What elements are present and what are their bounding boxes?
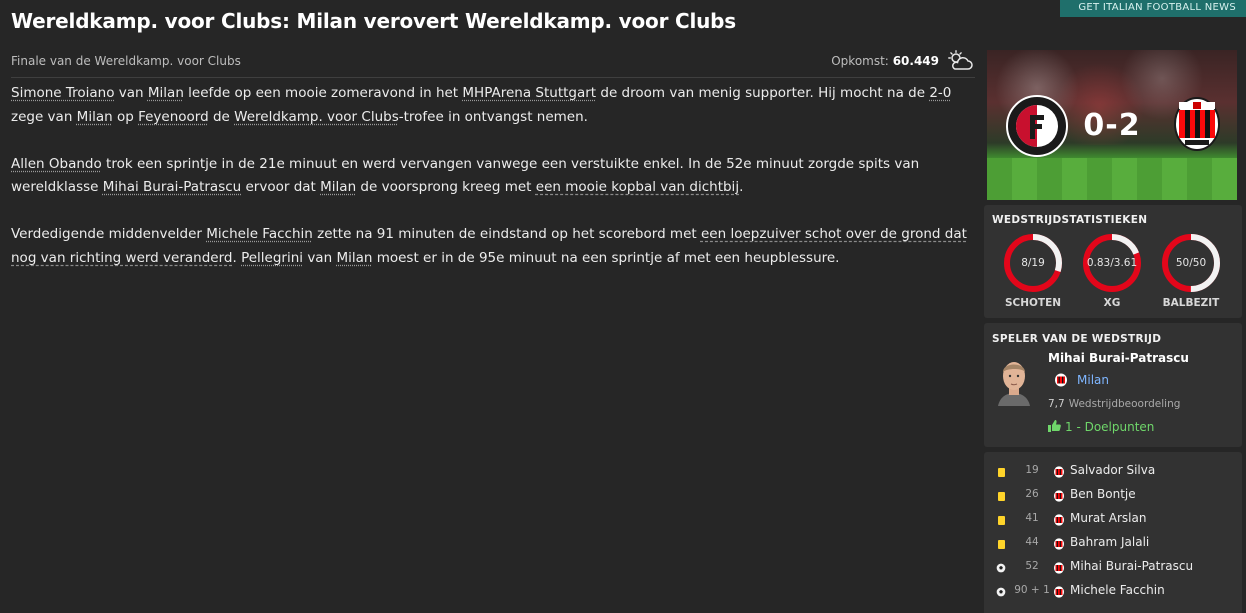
event-minute: 41 [1025, 512, 1039, 524]
milan-badge-icon [1054, 466, 1064, 478]
event-player[interactable]: Bahram Jalali [1070, 535, 1149, 549]
match-score-banner: 0-2 [987, 50, 1237, 200]
match-event-row[interactable]: 26 Ben Bontje [984, 484, 1242, 508]
attendance-label: Opkomst: [831, 54, 889, 68]
report-paragraph-2: Allen Obando trok een sprintje in de 21e… [11, 153, 971, 200]
pitch-background [987, 158, 1237, 200]
football-goal-icon [996, 587, 1006, 597]
yellow-card-icon [998, 540, 1005, 549]
article-link[interactable]: MHPArena Stuttgart [462, 85, 596, 101]
article-link[interactable]: Wereldkamp. voor Clubs [234, 109, 399, 125]
article-link[interactable]: Milan [336, 250, 372, 266]
article-text: . [739, 179, 744, 195]
partly-cloudy-icon [948, 50, 973, 70]
article-text: -trofee in ontvangst nemen. [398, 108, 588, 125]
motm-rating: 7,7 Wedstrijdbeoordeling [1048, 398, 1180, 410]
article-text: moest er in de 95e minuut na een sprintj… [372, 249, 840, 266]
yellow-card-icon [998, 492, 1005, 501]
attendance-value: 60.449 [892, 54, 939, 68]
event-player[interactable]: Ben Bontje [1070, 487, 1136, 501]
event-player[interactable]: Salvador Silva [1070, 463, 1155, 477]
milan-badge-icon [1055, 373, 1067, 387]
stat-value: 8/19 [1021, 257, 1045, 269]
stat-label: SCHOTEN [1004, 297, 1062, 309]
yellow-card-icon [998, 468, 1005, 477]
article-text: zette na 91 minuten de eindstand op het … [312, 226, 701, 242]
football-goal-icon [996, 563, 1006, 573]
article-link[interactable]: Allen Obando [11, 156, 102, 172]
match-event-row[interactable]: 44 Bahram Jalali [984, 532, 1242, 556]
motm-rating-value: 7,7 [1048, 398, 1065, 410]
article-text: van [303, 249, 337, 266]
article-text: van [114, 85, 148, 101]
report-paragraph-1: Simone Troiano van Milan leefde op een m… [11, 82, 971, 129]
attendance: Opkomst: 60.449 [831, 54, 939, 68]
article-text: de [208, 108, 235, 125]
article-link[interactable]: Mihai Burai-Patrascu [103, 179, 241, 195]
player-of-the-match-panel: SPELER VAN DE WEDSTRIJD Mihai Burai-Patr… [984, 323, 1242, 447]
article-link[interactable]: 2-0 [929, 85, 951, 101]
match-stats-panel: WEDSTRIJDSTATISTIEKEN 8/19 SCHOTEN 0.83/3.… [984, 205, 1242, 318]
article-text: op [112, 108, 139, 125]
motm-player-name[interactable]: Mihai Burai-Patrascu [1048, 351, 1189, 365]
article-link[interactable]: Michele Facchin [206, 226, 313, 242]
event-minute: 90 + 1 [1014, 584, 1050, 596]
milan-crest-icon[interactable] [1165, 94, 1229, 158]
stat-label: XG [1103, 297, 1121, 309]
article-text: . [232, 249, 242, 266]
match-event-row[interactable]: 19 Salvador Silva [984, 460, 1242, 484]
yellow-card-icon [998, 516, 1005, 525]
milan-badge-icon [1054, 538, 1064, 550]
event-player[interactable]: Michele Facchin [1070, 583, 1165, 597]
article-highlight-link[interactable]: een mooie kopbal van dichtbij [536, 179, 739, 195]
match-event-row[interactable]: 90 + 1 Michele Facchin [984, 580, 1242, 604]
article-text: Verdedigende middenvelder [11, 226, 207, 242]
milan-badge-icon [1054, 586, 1064, 598]
article-text: de droom van menig supporter. Hij mocht … [596, 85, 930, 101]
milan-badge-icon [1054, 490, 1064, 502]
event-player[interactable]: Murat Arslan [1070, 511, 1146, 525]
motm-title: SPELER VAN DE WEDSTRIJD [992, 333, 1162, 345]
event-minute: 44 [1025, 536, 1039, 548]
article-text: ervoor dat [241, 179, 321, 195]
report-paragraph-3: Verdedigende middenvelder Michele Facchi… [11, 223, 971, 270]
article-text: de voorsprong kreeg met [356, 179, 536, 195]
match-event-row[interactable]: 52 Mihai Burai-Patrascu [984, 556, 1242, 580]
thumbs-up-icon [1048, 420, 1061, 432]
milan-badge-icon [1054, 562, 1064, 574]
competition-subtitle: Finale van de Wereldkamp. voor Clubs [11, 54, 241, 68]
motm-rating-label: Wedstrijdbeoordeling [1068, 398, 1181, 410]
stats-title: WEDSTRIJDSTATISTIEKEN [992, 214, 1148, 226]
italian-news-link[interactable]: GET ITALIAN FOOTBALL NEWS [1060, 0, 1246, 17]
event-minute: 19 [1025, 464, 1039, 476]
event-minute: 26 [1025, 488, 1039, 500]
article-text: leefde op een mooie zomeravond in het [183, 85, 463, 101]
stat-label: BALBEZIT [1162, 297, 1220, 309]
article-link[interactable]: Milan [77, 109, 113, 125]
match-event-row[interactable]: 41 Murat Arslan [984, 508, 1242, 532]
article-link[interactable]: Milan [148, 85, 184, 101]
page-title: Wereldkamp. voor Clubs: Milan verovert W… [11, 9, 736, 33]
article-link[interactable]: Pellegrini [241, 250, 303, 266]
event-minute: 52 [1025, 560, 1039, 572]
article-text: zege van [11, 108, 77, 125]
match-info-bar: Finale van de Wereldkamp. voor Clubs Opk… [11, 50, 975, 78]
motm-goals: 1 - Doelpunten [1048, 420, 1154, 434]
article-link[interactable]: Simone Troiano [11, 85, 115, 101]
article-link[interactable]: Feyenoord [138, 109, 209, 125]
event-player[interactable]: Mihai Burai-Patrascu [1070, 559, 1193, 573]
motm-club-link[interactable]: Milan [1077, 373, 1109, 387]
stat-value: 50/50 [1175, 257, 1207, 269]
motm-goals-text: 1 - Doelpunten [1065, 420, 1155, 434]
stat-value: 0.83/3.61 [1086, 257, 1138, 269]
player-avatar[interactable] [994, 356, 1034, 406]
article-link[interactable]: Milan [320, 179, 356, 195]
milan-badge-icon [1054, 514, 1064, 526]
match-events-panel: 19 Salvador Silva 26 Ben Bontje 41 Murat Arsl… [984, 452, 1242, 613]
match-report: Simone Troiano van Milan leefde op een m… [11, 82, 971, 294]
